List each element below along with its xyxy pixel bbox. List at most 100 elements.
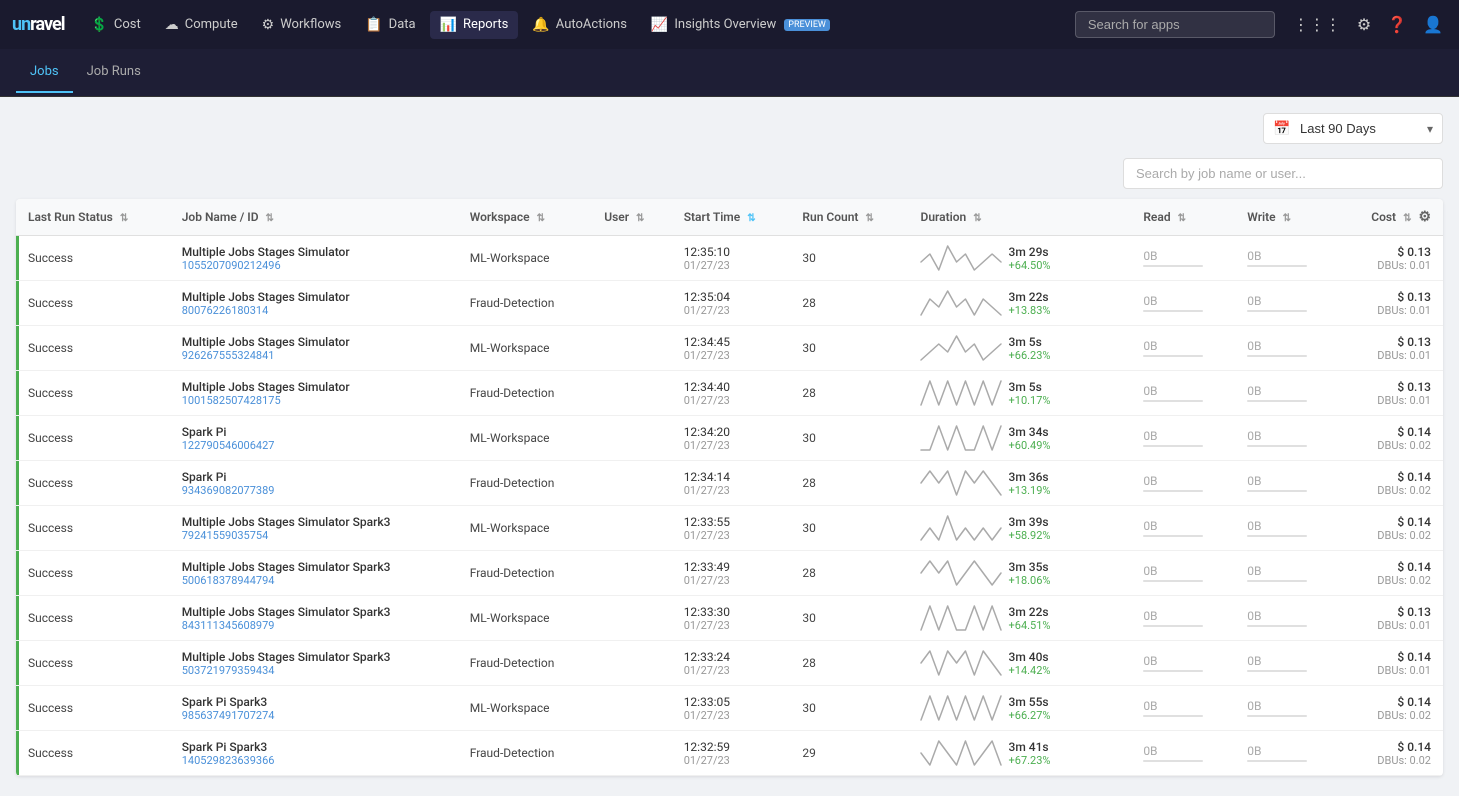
job-id[interactable]: 843111345608979	[182, 619, 446, 632]
cost-primary: $ 0.13	[1351, 245, 1431, 259]
sparkline-chart	[921, 559, 1001, 587]
sort-icon: ⇅	[537, 213, 545, 224]
read-cell: 0B	[1131, 641, 1235, 686]
job-name: Multiple Jobs Stages Simulator	[182, 380, 446, 394]
start-time-date: 01/27/23	[684, 619, 779, 632]
settings-icon[interactable]: ⚙	[1353, 11, 1375, 38]
nav-right-icons: ⋮⋮⋮ ⚙ ❓ 👤	[1289, 11, 1447, 38]
cost-cell: $ 0.14 DBUs: 0.02	[1339, 461, 1443, 506]
cost-dbus: DBUs: 0.01	[1351, 304, 1431, 317]
write-value: 0B	[1247, 249, 1327, 263]
sparkline-chart	[921, 424, 1001, 452]
status-text: Success	[28, 431, 73, 445]
workflows-icon: ⚙	[262, 17, 275, 33]
user-cell	[592, 461, 671, 506]
run-count-text: 30	[802, 701, 816, 715]
job-id[interactable]: 140529823639366	[182, 754, 446, 767]
workspace-text: ML-Workspace	[470, 341, 550, 355]
help-icon[interactable]: ❓	[1383, 11, 1411, 38]
workspace-cell: Fraud-Detection	[458, 731, 593, 776]
job-id[interactable]: 122790546006427	[182, 439, 446, 452]
search-input[interactable]	[1075, 11, 1275, 38]
write-cell: 0B	[1235, 686, 1339, 731]
date-range-select[interactable]: Last 90 Days Last 7 Days Last 30 Days La…	[1263, 113, 1443, 144]
sort-icon-active: ⇅	[747, 213, 755, 224]
duration-change: +13.19%	[1009, 484, 1051, 497]
job-id[interactable]: 80076226180314	[182, 304, 446, 317]
start-time-cell: 12:34:20 01/27/23	[672, 416, 791, 461]
cost-icon: 💲	[90, 17, 107, 33]
duration-primary: 3m 29s	[1009, 245, 1051, 259]
grid-icon[interactable]: ⋮⋮⋮	[1289, 11, 1345, 38]
user-icon[interactable]: 👤	[1419, 11, 1447, 38]
sparkline-chart	[921, 604, 1001, 632]
run-count-text: 28	[802, 476, 816, 490]
col-read[interactable]: Read ⇅	[1131, 199, 1235, 236]
col-start-time[interactable]: Start Time ⇅	[672, 199, 791, 236]
job-id[interactable]: 1055207090212496	[182, 259, 446, 272]
duration-cell: 3m 40s +14.42%	[909, 641, 1132, 686]
nav-compute[interactable]: ☁ Compute	[155, 11, 248, 39]
job-id[interactable]: 926267555324841	[182, 349, 446, 362]
user-cell	[592, 641, 671, 686]
nav-data[interactable]: 📋 Data	[355, 11, 425, 39]
duration-change: +64.50%	[1009, 259, 1051, 272]
read-cell: 0B	[1131, 506, 1235, 551]
tab-jobs[interactable]: Jobs	[16, 52, 73, 93]
duration-change: +66.23%	[1009, 349, 1051, 362]
nav-workflows[interactable]: ⚙ Workflows	[252, 11, 352, 39]
col-last-run-status[interactable]: Last Run Status ⇅	[16, 199, 170, 236]
job-name: Spark Pi Spark3	[182, 740, 446, 754]
start-time-date: 01/27/23	[684, 529, 779, 542]
start-time-primary: 12:34:45	[684, 335, 779, 349]
col-job-name-id[interactable]: Job Name / ID ⇅	[170, 199, 458, 236]
nav-reports[interactable]: 📊 Reports	[430, 11, 519, 39]
col-run-count[interactable]: Run Count ⇅	[790, 199, 908, 236]
job-id[interactable]: 934369082077389	[182, 484, 446, 497]
read-value: 0B	[1143, 519, 1223, 533]
job-search-input[interactable]	[1123, 158, 1443, 189]
sort-icon: ⇅	[266, 213, 274, 224]
run-count-text: 30	[802, 341, 816, 355]
col-write[interactable]: Write ⇅	[1235, 199, 1339, 236]
duration-change: +14.42%	[1009, 664, 1051, 677]
status-cell: Success	[16, 686, 170, 731]
start-time-primary: 12:33:49	[684, 560, 779, 574]
sparkline-chart	[921, 649, 1001, 677]
write-value: 0B	[1247, 294, 1327, 308]
job-id[interactable]: 985637491707274	[182, 709, 446, 722]
sparkline-chart	[921, 739, 1001, 767]
job-id[interactable]: 79241559035754	[182, 529, 446, 542]
nav-cost[interactable]: 💲 Cost	[80, 11, 150, 39]
write-cell: 0B	[1235, 236, 1339, 281]
cost-primary: $ 0.14	[1351, 425, 1431, 439]
tab-job-runs[interactable]: Job Runs	[73, 52, 155, 93]
nav-insights[interactable]: 📈 Insights Overview PREVIEW	[641, 11, 840, 39]
run-count-cell: 28	[790, 641, 908, 686]
cost-primary: $ 0.14	[1351, 695, 1431, 709]
start-time-primary: 12:34:40	[684, 380, 779, 394]
column-settings-icon[interactable]: ⚙	[1418, 209, 1431, 225]
run-count-cell: 30	[790, 326, 908, 371]
cost-dbus: DBUs: 0.01	[1351, 619, 1431, 632]
run-count-text: 30	[802, 251, 816, 265]
col-user[interactable]: User ⇅	[592, 199, 671, 236]
nav-autoactions[interactable]: 🔔 AutoActions	[522, 11, 637, 39]
workspace-cell: Fraud-Detection	[458, 641, 593, 686]
sort-icon: ⇅	[973, 213, 981, 224]
col-duration[interactable]: Duration ⇅	[909, 199, 1132, 236]
autoactions-icon: 🔔	[532, 17, 549, 33]
col-cost[interactable]: Cost ⇅ ⚙	[1339, 199, 1443, 236]
job-id[interactable]: 1001582507428175	[182, 394, 446, 407]
search-bar	[16, 158, 1443, 189]
duration-change: +58.92%	[1009, 529, 1051, 542]
duration-primary: 3m 35s	[1009, 560, 1051, 574]
job-id[interactable]: 500618378944794	[182, 574, 446, 587]
run-count-text: 28	[802, 296, 816, 310]
col-workspace[interactable]: Workspace ⇅	[458, 199, 593, 236]
workspace-text: ML-Workspace	[470, 701, 550, 715]
read-cell: 0B	[1131, 416, 1235, 461]
workspace-text: ML-Workspace	[470, 521, 550, 535]
workspace-cell: Fraud-Detection	[458, 461, 593, 506]
job-id[interactable]: 503721979359434	[182, 664, 446, 677]
